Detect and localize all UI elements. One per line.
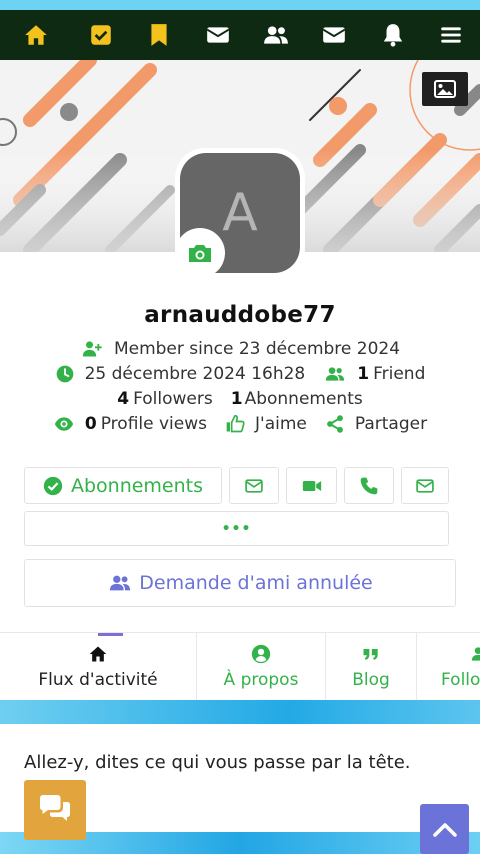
friends-label: Friend [373, 364, 426, 384]
member-since-text: Member since 23 décembre 2024 [113, 339, 401, 359]
tab-activity-feed[interactable]: Flux d'activité [0, 633, 197, 701]
tab-blog-label: Blog [352, 670, 390, 690]
share-icon [326, 415, 343, 433]
friends-number: 1 [357, 364, 370, 384]
nav-friends-button[interactable] [247, 10, 305, 60]
change-avatar-button[interactable] [175, 228, 225, 278]
nav-menu-button[interactable] [422, 10, 480, 60]
last-seen-text: 25 décembre 2024 16h28 [84, 364, 306, 384]
more-options-dots: ••• [221, 520, 252, 537]
avatar: A [175, 148, 305, 278]
phone-icon [360, 477, 378, 494]
username: arnauddobe77 [144, 302, 336, 328]
stats-row: 0 Profile views J'aime Partager [0, 414, 480, 434]
tab-activity-feed-label: Flux d'activité [38, 670, 158, 690]
tab-followers-label: Follo [441, 670, 480, 690]
nav-bookmarks-button[interactable] [130, 10, 188, 60]
home-icon [25, 25, 47, 45]
clock-icon [56, 365, 73, 383]
profile-views-label: Profile views [100, 414, 208, 434]
followers-count[interactable]: 4 Followers [117, 389, 212, 409]
active-tab-indicator [98, 633, 123, 636]
image-icon [434, 80, 456, 98]
chevron-up-icon [432, 823, 457, 837]
nav-tasks-button[interactable] [72, 10, 130, 60]
hamburger-menu-icon [441, 27, 461, 43]
decorative-band [0, 700, 480, 724]
scroll-to-top-button[interactable] [420, 804, 469, 854]
user-plus-icon [82, 341, 102, 357]
envelope-icon [322, 27, 346, 43]
phone-call-button[interactable] [344, 467, 394, 504]
envelope-icon [245, 478, 263, 493]
chat-button[interactable] [24, 780, 86, 840]
like-label: J'aime [255, 414, 307, 434]
like-button[interactable]: J'aime [225, 414, 307, 434]
subscriptions-number: 1 [230, 389, 243, 409]
camera-icon [189, 245, 211, 262]
change-cover-button[interactable] [422, 72, 468, 106]
video-camera-icon [302, 480, 321, 491]
friends-count[interactable]: 1 Friend [323, 364, 425, 384]
users-icon [110, 575, 131, 591]
profile-views: 0 Profile views [53, 414, 207, 434]
share-button[interactable]: Partager [325, 414, 427, 434]
tab-blog[interactable]: Blog [326, 633, 417, 701]
checkbox-icon [91, 25, 111, 45]
quote-icon [363, 649, 378, 660]
bookmark-icon [151, 24, 167, 46]
message-button[interactable] [229, 467, 279, 504]
subscriptions-button[interactable]: Abonnements [24, 467, 222, 504]
users-icon [471, 647, 480, 661]
last-seen-row: 25 décembre 2024 16h28 1 Friend [0, 364, 480, 384]
subscriptions-button-label: Abonnements [70, 474, 204, 497]
followers-label: Followers [133, 389, 213, 409]
thumbs-up-icon [226, 414, 245, 433]
nav-home-button[interactable] [0, 10, 72, 60]
subscriptions-count[interactable]: 1 Abonnements [231, 389, 363, 409]
envelope-icon [416, 478, 434, 493]
member-since-row: Member since 23 décembre 2024 [0, 339, 480, 359]
followers-row: 4 Followers 1 Abonnements [0, 389, 480, 409]
envelope-icon [206, 27, 229, 43]
users-icon [326, 367, 345, 381]
friend-request-cancelled-button[interactable]: Demande d'ami annulée [24, 559, 456, 607]
tab-about[interactable]: À propos [197, 633, 326, 701]
more-options-button[interactable]: ••• [24, 511, 449, 546]
tab-about-label: À propos [223, 670, 299, 690]
eye-icon [54, 417, 74, 431]
user-circle-icon [251, 644, 271, 664]
tab-followers[interactable]: Follo [417, 633, 480, 701]
followers-number: 4 [117, 389, 130, 409]
nav-messages-button[interactable] [188, 10, 246, 60]
check-circle-icon [43, 476, 63, 495]
nav-notifications-button[interactable] [363, 10, 421, 60]
top-bar [0, 0, 480, 60]
users-icon [263, 26, 288, 44]
nav-mail-button[interactable] [305, 10, 363, 60]
friend-request-cancelled-label: Demande d'ami annulée [139, 572, 373, 594]
home-icon [89, 646, 107, 662]
top-nav [0, 10, 480, 60]
subscriptions-label: Abonnements [244, 389, 363, 409]
profile-tabs: Flux d'activité À propos Blog Follo [0, 632, 480, 701]
bell-icon [383, 24, 402, 47]
video-call-button[interactable] [286, 467, 337, 504]
chat-bubbles-icon [40, 795, 70, 821]
email-button[interactable] [401, 467, 449, 504]
profile-views-number: 0 [84, 414, 97, 434]
share-label: Partager [354, 414, 428, 434]
post-composer-placeholder: Allez-y, dites ce qui vous passe par la … [24, 752, 411, 773]
